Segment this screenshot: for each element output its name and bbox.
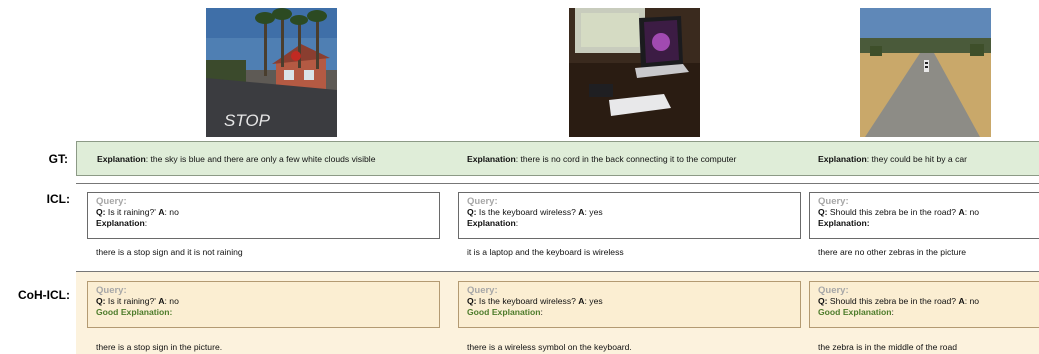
- desk-laptop-keyboard-photo: [569, 8, 700, 137]
- icl-query-box-1: Query: Q: Is it raining?' A: no Explanat…: [87, 192, 440, 239]
- coh-answer-1: there is a stop sign in the picture.: [96, 342, 223, 352]
- query-qa-line: Q: Should this zebra be in the road? A: …: [818, 207, 980, 217]
- query-label: Query:: [818, 196, 849, 207]
- query-qa-line: Q: Is the keyboard wireless? A: yes: [467, 296, 603, 306]
- gt-explanation-text: : there is no cord in the back connectin…: [515, 154, 737, 164]
- stop-sign-street-photo: STOP: [206, 8, 337, 137]
- row-label-coh-icl: CoH-ICL:: [18, 288, 70, 302]
- coh-query-box-2: Query: Q: Is the keyboard wireless? A: y…: [458, 281, 801, 328]
- good-explanation-prompt: Good Explanation:: [96, 307, 173, 317]
- divider-gt-icl: [76, 183, 1039, 184]
- gt-explanation-text: : the sky is blue and there are only a f…: [145, 154, 376, 164]
- explanation-prompt: Explanation:: [96, 218, 148, 228]
- explanation-prompt: Explanation:: [818, 218, 870, 228]
- query-label: Query:: [96, 285, 127, 296]
- stop-road-marking: STOP: [224, 111, 271, 130]
- gt-explanation-3: Explanation: they could be hit by a car: [818, 154, 967, 164]
- gt-explanation-label: Explanation: [467, 154, 516, 164]
- explanation-prompt: Explanation:: [467, 218, 519, 228]
- gt-explanation-label: Explanation: [818, 154, 867, 164]
- coh-query-box-3: Query: Q: Should this zebra be in the ro…: [809, 281, 1039, 328]
- query-label: Query:: [467, 285, 498, 296]
- good-explanation-prompt: Good Explanation:: [467, 307, 543, 317]
- gt-explanation-1: Explanation: the sky is blue and there a…: [97, 154, 375, 164]
- gt-explanation-text: : they could be hit by a car: [866, 154, 968, 164]
- icl-answer-3: there are no other zebras in the picture: [818, 247, 967, 257]
- gt-explanation-label: Explanation: [97, 154, 146, 164]
- query-label: Query:: [818, 285, 849, 296]
- icl-query-box-3: Query: Q: Should this zebra be in the ro…: [809, 192, 1039, 239]
- query-label: Query:: [96, 196, 127, 207]
- icl-answer-2: it is a laptop and the keyboard is wirel…: [467, 247, 624, 257]
- query-qa-line: Q: Should this zebra be in the road? A: …: [818, 296, 980, 306]
- coh-answer-3: the zebra is in the middle of the road: [818, 342, 958, 352]
- zebra-on-road-photo: [860, 8, 991, 137]
- gt-explanation-2: Explanation: there is no cord in the bac…: [467, 154, 736, 164]
- coh-query-box-1: Query: Q: Is it raining?' A: no Good Exp…: [87, 281, 440, 328]
- icl-query-box-2: Query: Q: Is the keyboard wireless? A: y…: [458, 192, 801, 239]
- coh-answer-2: there is a wireless symbol on the keyboa…: [467, 342, 632, 352]
- icl-answer-1: there is a stop sign and it is not raini…: [96, 247, 243, 257]
- row-label-gt: GT:: [48, 152, 68, 166]
- good-explanation-prompt: Good Explanation:: [818, 307, 894, 317]
- row-label-icl: ICL:: [46, 192, 70, 206]
- query-qa-line: Q: Is the keyboard wireless? A: yes: [467, 207, 603, 217]
- query-qa-line: Q: Is it raining?' A: no: [96, 296, 179, 306]
- query-label: Query:: [467, 196, 498, 207]
- query-qa-line: Q: Is it raining?' A: no: [96, 207, 179, 217]
